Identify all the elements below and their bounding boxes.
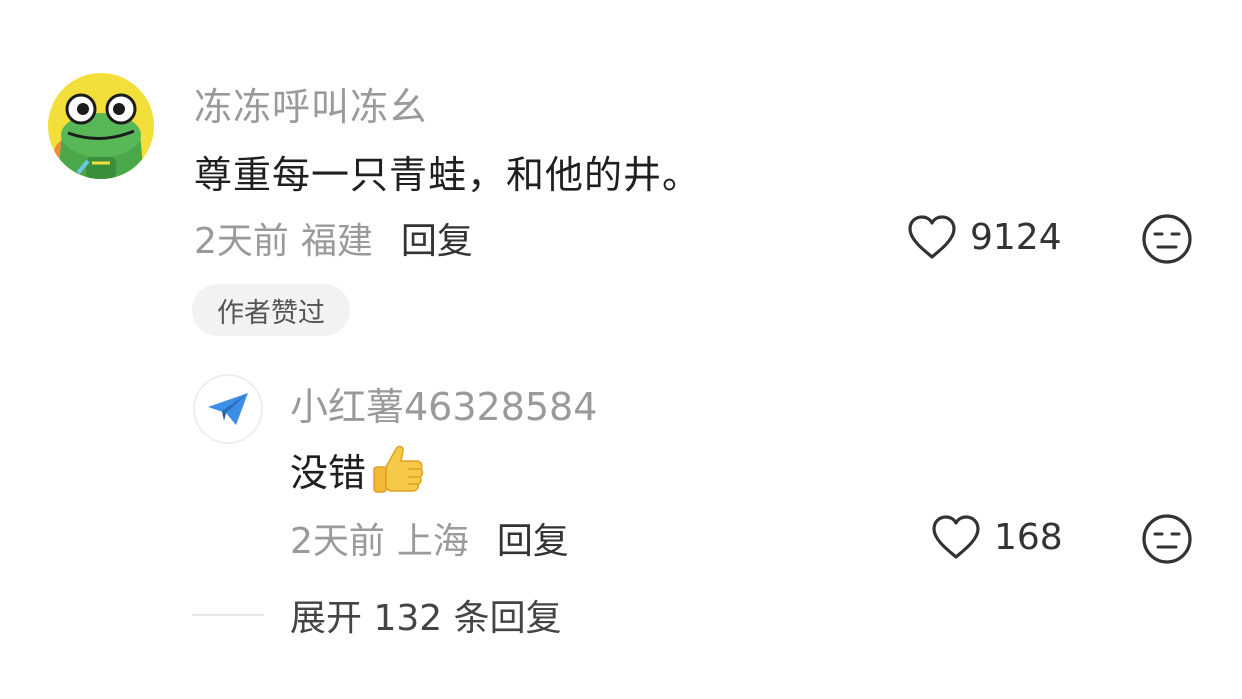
reply-meta: 2天前 上海 回复 <box>290 512 569 564</box>
reply-dislike-button[interactable] <box>1140 512 1194 566</box>
neutral-face-icon <box>1142 214 1192 264</box>
heart-outline-icon <box>908 215 956 259</box>
like-count: 9124 <box>970 216 1062 258</box>
comment-text: 尊重每一只青蛙，和他的井。 <box>194 153 702 197</box>
frog-avatar-icon <box>48 73 154 179</box>
expand-replies-button[interactable]: 展开 132 条回复 <box>290 589 562 641</box>
dislike-button[interactable] <box>1140 212 1194 266</box>
heart-outline-icon <box>932 515 980 559</box>
reply-like-button[interactable]: 168 <box>930 512 1063 562</box>
paper-plane-icon <box>208 393 248 425</box>
neutral-face-icon <box>1142 514 1192 564</box>
reply-reply-button[interactable]: 回复 <box>497 521 569 562</box>
reply-like-count: 168 <box>994 516 1063 558</box>
commenter-avatar[interactable] <box>48 73 154 179</box>
author-liked-badge: 作者赞过 <box>192 284 350 336</box>
reply-text: 没错 <box>290 451 367 495</box>
reply-time: 2天前 <box>290 521 385 562</box>
expand-divider <box>192 614 264 616</box>
reply-button[interactable]: 回复 <box>401 221 473 262</box>
replier-username[interactable]: 小红薯46328584 <box>290 376 597 431</box>
reply-location: 上海 <box>396 521 469 562</box>
thumbs-up-emoji-icon <box>373 445 424 493</box>
like-button[interactable]: 9124 <box>906 212 1062 262</box>
commenter-username[interactable]: 冻冻呼叫冻幺 <box>194 76 428 131</box>
comment-location: 福建 <box>300 221 373 262</box>
replier-avatar[interactable] <box>193 374 263 444</box>
comment-meta: 2天前 福建 回复 <box>194 212 473 264</box>
reply-text-row: 没错 <box>290 442 426 497</box>
comment-time: 2天前 <box>194 221 289 262</box>
